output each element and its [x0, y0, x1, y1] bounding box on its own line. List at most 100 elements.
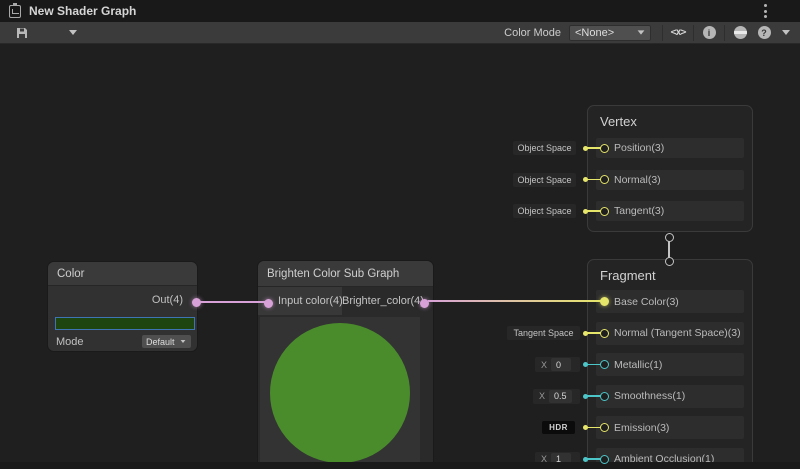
wire-color-to-subgraph[interactable]: [200, 301, 266, 303]
preview-sphere-icon: [734, 26, 747, 39]
main-preview-button[interactable]: [728, 23, 752, 43]
preview-sphere: [270, 323, 410, 463]
fragment-basecolor-block[interactable]: Base Color(3): [596, 290, 744, 313]
chip-label: Tangent Space: [513, 328, 573, 338]
wire-vertex-to-fragment[interactable]: [668, 240, 670, 258]
port-label: Smoothness(1): [614, 390, 685, 402]
subgraph-node[interactable]: Brighten Color Sub Graph Input color(4) …: [258, 261, 433, 469]
axis-label: X: [541, 360, 547, 370]
color-mode-value: <None>: [575, 27, 614, 39]
normal-tangent-space-port[interactable]: [600, 329, 609, 338]
fragment-node[interactable]: Fragment Base Color(3) Normal (Tangent S…: [587, 259, 753, 469]
code-icon: <x>: [670, 27, 685, 38]
mode-dropdown[interactable]: Default: [142, 335, 191, 348]
color-out-row: Out(4): [48, 286, 197, 315]
ambient-occlusion-port[interactable]: [600, 455, 609, 464]
vertex-position-block[interactable]: Position(3): [596, 138, 744, 158]
metallic-value-chip[interactable]: X 0: [535, 357, 580, 372]
vertex-tangent-block[interactable]: Tangent(3): [596, 201, 744, 221]
color-node-header[interactable]: Color: [48, 262, 197, 286]
port-label: Position(3): [614, 142, 664, 154]
object-space-chip[interactable]: Object Space: [513, 141, 576, 155]
subgraph-node-title: Brighten Color Sub Graph: [267, 268, 399, 280]
subgraph-output-port[interactable]: [420, 299, 429, 308]
smoothness-port[interactable]: [600, 392, 609, 401]
toolbar-separator: [724, 25, 725, 41]
output-port-label: Brighter_color(4): [342, 295, 424, 307]
graph-canvas[interactable]: Vertex Position(3) Normal(3) Tangent(3) …: [0, 44, 800, 469]
chip-label: HDR: [549, 423, 568, 432]
vertex-stack-port[interactable]: [665, 233, 674, 242]
normal-port[interactable]: [600, 175, 609, 184]
position-port[interactable]: [600, 144, 609, 153]
port-label: Emission(3): [614, 422, 669, 434]
color-node-title: Color: [57, 268, 84, 280]
chevron-down-icon: [638, 30, 645, 34]
chevron-down-icon: [181, 340, 186, 343]
port-label: Metallic(1): [614, 359, 662, 371]
vertex-normal-block[interactable]: Normal(3): [596, 170, 744, 190]
subgraph-node-header[interactable]: Brighten Color Sub Graph: [258, 261, 433, 287]
chip-dot: [583, 457, 588, 462]
emission-port[interactable]: [600, 423, 609, 432]
chip-dot: [583, 177, 588, 182]
mode-value: Default: [146, 337, 175, 347]
chip-dot: [583, 209, 588, 214]
chip-wire: [586, 210, 601, 212]
chip-wire: [586, 458, 601, 460]
subgraph-preview[interactable]: [260, 317, 420, 469]
tangent-space-chip[interactable]: Tangent Space: [507, 326, 580, 340]
metallic-port[interactable]: [600, 360, 609, 369]
toolbar-separator: [693, 25, 694, 41]
chip-dot: [583, 331, 588, 336]
chip-label: Object Space: [517, 143, 571, 153]
tangent-port[interactable]: [600, 207, 609, 216]
graph-inspector-button[interactable]: i: [697, 23, 721, 43]
chip-dot: [583, 394, 588, 399]
chip-wire: [586, 364, 601, 366]
help-button[interactable]: ?: [752, 23, 776, 43]
wire-subgraph-to-basecolor[interactable]: [428, 300, 602, 302]
smoothness-value-chip[interactable]: X 0.5: [533, 389, 580, 404]
fragment-node-title: Fragment: [600, 268, 656, 283]
fragment-smoothness-block[interactable]: Smoothness(1): [596, 385, 744, 408]
color-swatch-field[interactable]: [55, 317, 195, 330]
save-asset-button[interactable]: [8, 23, 36, 43]
view-generated-shader-button[interactable]: <x>: [666, 23, 690, 43]
object-space-chip[interactable]: Object Space: [513, 204, 576, 218]
shader-graph-asset-icon: [9, 5, 21, 18]
color-mode-dropdown[interactable]: <None>: [569, 25, 651, 41]
vertex-node-title: Vertex: [600, 114, 637, 129]
chip-dot: [583, 146, 588, 151]
kebab-menu-icon[interactable]: [764, 4, 768, 18]
value-field[interactable]: 0: [551, 358, 571, 371]
object-space-chip[interactable]: Object Space: [513, 173, 576, 187]
fragment-stack-port[interactable]: [665, 257, 674, 266]
help-icon: ?: [758, 26, 771, 39]
color-out-port[interactable]: [192, 298, 201, 307]
fragment-emission-block[interactable]: Emission(3): [596, 416, 744, 439]
save-icon: [16, 27, 28, 39]
chevron-down-icon: [782, 30, 790, 35]
value-field[interactable]: 0.5: [549, 390, 572, 403]
base-color-port[interactable]: [600, 297, 609, 306]
color-node[interactable]: Color Out(4) Mode Default: [48, 262, 197, 351]
chevron-down-icon: [69, 30, 77, 35]
subgraph-port-row: Input color(4) Brighter_color(4): [258, 287, 433, 315]
chip-label: Object Space: [517, 175, 571, 185]
axis-label: X: [539, 391, 545, 401]
toolbar-overflow-button[interactable]: [776, 23, 796, 43]
input-port-label: Input color(4): [278, 295, 343, 307]
subgraph-input-port[interactable]: [264, 299, 273, 308]
mode-label: Mode: [56, 336, 84, 348]
vertex-node[interactable]: Vertex Position(3) Normal(3) Tangent(3): [587, 105, 753, 232]
fragment-metallic-block[interactable]: Metallic(1): [596, 353, 744, 376]
chip-wire: [586, 427, 601, 429]
fragment-normal-block[interactable]: Normal (Tangent Space)(3): [596, 322, 744, 345]
save-options-dropdown-button[interactable]: [60, 23, 86, 43]
info-icon: i: [703, 26, 716, 39]
hdr-chip[interactable]: HDR: [542, 421, 575, 434]
chip-label: Object Space: [517, 206, 571, 216]
toolbar-separator: [662, 25, 663, 41]
toolbar: Color Mode <None> <x> i ?: [0, 22, 800, 44]
